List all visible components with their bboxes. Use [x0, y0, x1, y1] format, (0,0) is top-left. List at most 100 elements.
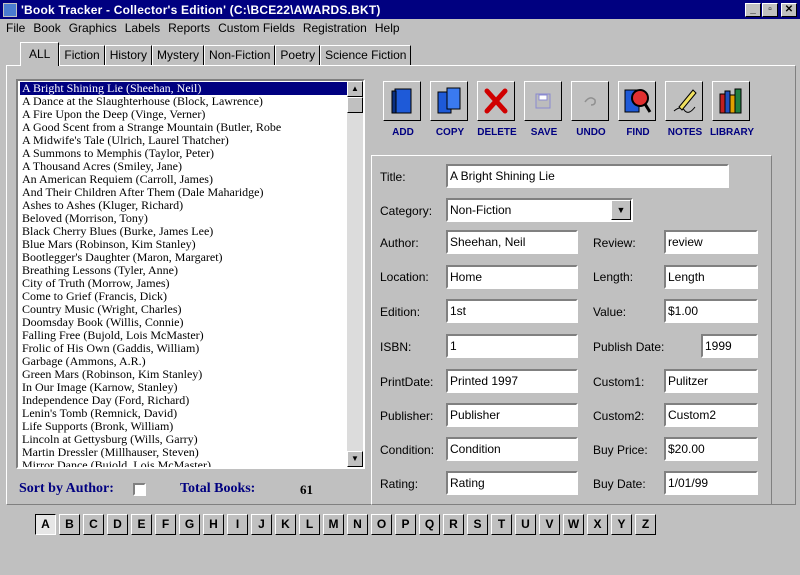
list-item[interactable]: And Their Children After Them (Dale Maha… [20, 186, 349, 199]
letter-button-s[interactable]: S [467, 514, 488, 535]
location-field[interactable]: Home [446, 265, 578, 289]
list-item[interactable]: Mirror Dance (Bujold, Lois McMaster) [20, 459, 349, 467]
letter-button-x[interactable]: X [587, 514, 608, 535]
scroll-thumb[interactable] [347, 97, 363, 113]
tab-fiction[interactable]: Fiction [59, 45, 105, 66]
list-item[interactable]: Breathing Lessons (Tyler, Anne) [20, 264, 349, 277]
letter-button-f[interactable]: F [155, 514, 176, 535]
letter-button-u[interactable]: U [515, 514, 536, 535]
letter-button-j[interactable]: J [251, 514, 272, 535]
scroll-down-icon[interactable]: ▼ [347, 451, 363, 467]
close-icon[interactable]: ✕ [781, 2, 797, 17]
menu-help[interactable]: Help [371, 21, 404, 35]
letter-button-h[interactable]: H [203, 514, 224, 535]
tab-mystery[interactable]: Mystery [152, 45, 205, 66]
list-item[interactable]: An American Requiem (Carroll, James) [20, 173, 349, 186]
letter-button-b[interactable]: B [59, 514, 80, 535]
scroll-up-icon[interactable]: ▲ [347, 81, 363, 97]
title-field[interactable]: A Bright Shining Lie [446, 164, 729, 188]
menu-custom-fields[interactable]: Custom Fields [214, 21, 299, 35]
edition-field[interactable]: 1st [446, 299, 578, 323]
menu-graphics[interactable]: Graphics [65, 21, 121, 35]
delete-button[interactable]: DELETE [477, 81, 517, 143]
menu-labels[interactable]: Labels [121, 21, 164, 35]
sort-by-author-checkbox[interactable] [133, 483, 146, 496]
letter-button-t[interactable]: T [491, 514, 512, 535]
find-button[interactable]: FIND [618, 81, 658, 143]
category-select[interactable]: Non-Fiction ▼ [446, 198, 633, 222]
tab-all[interactable]: ALL [20, 42, 60, 66]
letter-button-a[interactable]: A [35, 514, 56, 535]
list-item[interactable]: Blue Mars (Robinson, Kim Stanley) [20, 238, 349, 251]
publisher-field[interactable]: Publisher [446, 403, 578, 427]
list-item[interactable]: In Our Image (Karnow, Stanley) [20, 381, 349, 394]
list-item[interactable]: Bootlegger's Daughter (Maron, Margaret) [20, 251, 349, 264]
list-item[interactable]: A Fire Upon the Deep (Vinge, Verner) [20, 108, 349, 121]
letter-button-q[interactable]: Q [419, 514, 440, 535]
list-item[interactable]: Beloved (Morrison, Tony) [20, 212, 349, 225]
list-scrollbar[interactable]: ▲ ▼ [347, 81, 363, 467]
undo-button[interactable]: UNDO [571, 81, 611, 143]
publish-date-field[interactable]: 1999 [701, 334, 758, 358]
letter-button-p[interactable]: P [395, 514, 416, 535]
tab-science-fiction[interactable]: Science Fiction [320, 45, 412, 66]
tab-non-fiction[interactable]: Non-Fiction [204, 45, 276, 66]
menu-book[interactable]: Book [29, 21, 64, 35]
list-item[interactable]: Green Mars (Robinson, Kim Stanley) [20, 368, 349, 381]
letter-button-r[interactable]: R [443, 514, 464, 535]
custom2-field[interactable]: Custom2 [664, 403, 758, 427]
app-book-icon[interactable] [3, 2, 17, 17]
letter-button-m[interactable]: M [323, 514, 344, 535]
maximize-icon[interactable]: ▫ [762, 2, 778, 17]
list-item[interactable]: Falling Free (Bujold, Lois McMaster) [20, 329, 349, 342]
letter-button-n[interactable]: N [347, 514, 368, 535]
list-item[interactable]: Black Cherry Blues (Burke, James Lee) [20, 225, 349, 238]
buy-price-field[interactable]: $20.00 [664, 437, 758, 461]
list-item[interactable]: Lenin's Tomb (Remnick, David) [20, 407, 349, 420]
menu-file[interactable]: File [2, 21, 29, 35]
length-field[interactable]: Length [664, 265, 758, 289]
print-date-field[interactable]: Printed 1997 [446, 369, 578, 393]
tab-history[interactable]: History [104, 45, 153, 66]
list-item[interactable]: A Good Scent from a Strange Mountain (Bu… [20, 121, 349, 134]
menu-registration[interactable]: Registration [299, 21, 371, 35]
letter-button-z[interactable]: Z [635, 514, 656, 535]
add-button[interactable]: ADD [383, 81, 423, 143]
notes-button[interactable]: NOTES [665, 81, 705, 143]
letter-button-o[interactable]: O [371, 514, 392, 535]
list-item[interactable]: A Dance at the Slaughterhouse (Block, La… [20, 95, 349, 108]
review-field[interactable]: review [664, 230, 758, 254]
custom1-field[interactable]: Pulitzer [664, 369, 758, 393]
minimize-icon[interactable]: _ [745, 2, 761, 17]
tab-poetry[interactable]: Poetry [275, 45, 321, 66]
letter-button-d[interactable]: D [107, 514, 128, 535]
author-field[interactable]: Sheehan, Neil [446, 230, 578, 254]
menu-reports[interactable]: Reports [164, 21, 214, 35]
rating-field[interactable]: Rating [446, 471, 578, 495]
list-item[interactable]: Come to Grief (Francis, Dick) [20, 290, 349, 303]
book-list[interactable]: A Bright Shining Lie (Sheehan, Neil) A D… [16, 79, 365, 469]
list-item[interactable]: Frolic of His Own (Gaddis, William) [20, 342, 349, 355]
letter-button-y[interactable]: Y [611, 514, 632, 535]
list-item[interactable]: A Bright Shining Lie (Sheehan, Neil) [20, 82, 349, 95]
condition-field[interactable]: Condition [446, 437, 578, 461]
letter-button-c[interactable]: C [83, 514, 104, 535]
letter-button-i[interactable]: I [227, 514, 248, 535]
list-item[interactable]: Lincoln at Gettysburg (Wills, Garry) [20, 433, 349, 446]
save-button[interactable]: SAVE [524, 81, 564, 143]
copy-button[interactable]: COPY [430, 81, 470, 143]
letter-button-w[interactable]: W [563, 514, 584, 535]
list-item[interactable]: A Midwife's Tale (Ulrich, Laurel Thatche… [20, 134, 349, 147]
letter-button-v[interactable]: V [539, 514, 560, 535]
letter-button-e[interactable]: E [131, 514, 152, 535]
letter-button-l[interactable]: L [299, 514, 320, 535]
letter-button-k[interactable]: K [275, 514, 296, 535]
list-item[interactable]: A Thousand Acres (Smiley, Jane) [20, 160, 349, 173]
library-button[interactable]: LIBRARY [710, 81, 754, 143]
list-item[interactable]: Life Supports (Bronk, William) [20, 420, 349, 433]
list-item[interactable]: Country Music (Wright, Charles) [20, 303, 349, 316]
list-item[interactable]: Martin Dressler (Millhauser, Steven) [20, 446, 349, 459]
isbn-field[interactable]: 1 [446, 334, 578, 358]
chevron-down-icon[interactable]: ▼ [611, 200, 631, 220]
list-item[interactable]: Ashes to Ashes (Kluger, Richard) [20, 199, 349, 212]
